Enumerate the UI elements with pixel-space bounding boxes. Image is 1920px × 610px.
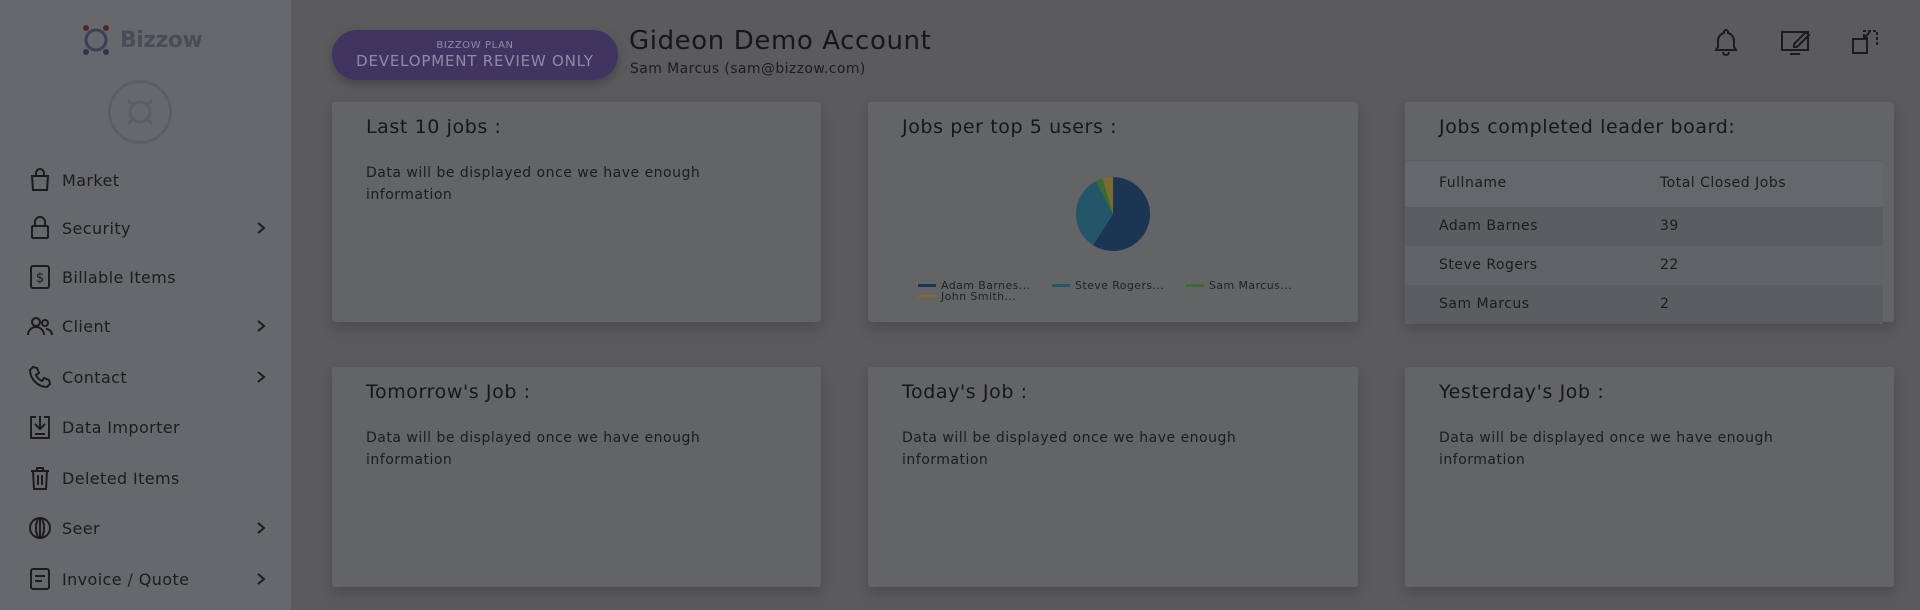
invoice-icon bbox=[27, 566, 53, 592]
import-icon bbox=[27, 414, 53, 440]
switch-account-icon[interactable] bbox=[1850, 26, 1882, 58]
account-title: Gideon Demo Account bbox=[629, 26, 932, 56]
sidebar: Bizzow Market Security $ Billable Items … bbox=[0, 0, 291, 610]
card-title: Last 10 jobs : bbox=[366, 116, 502, 138]
svg-text:$: $ bbox=[36, 271, 44, 286]
card-leaderboard: Jobs completed leader board: Fullname To… bbox=[1405, 102, 1894, 324]
avatar[interactable] bbox=[108, 80, 172, 144]
legend-item[interactable]: John Smith... bbox=[918, 290, 1016, 303]
legend-label: Sam Marcus... bbox=[1209, 279, 1292, 292]
legend-item[interactable]: Sam Marcus... bbox=[1186, 279, 1292, 292]
legend-swatch bbox=[1052, 284, 1070, 287]
chevron-right-icon bbox=[257, 222, 266, 234]
card-title: Jobs completed leader board: bbox=[1439, 116, 1736, 138]
sidebar-item-market[interactable]: Market bbox=[0, 160, 291, 200]
sidebar-item-billable-items[interactable]: $ Billable Items bbox=[0, 257, 291, 297]
card-title: Jobs per top 5 users : bbox=[902, 116, 1118, 138]
table-row[interactable]: Sam Marcus 2 bbox=[1405, 285, 1883, 324]
legend-label: Steve Rogers... bbox=[1075, 279, 1165, 292]
empty-state-text: Data will be displayed once we have enou… bbox=[366, 430, 701, 468]
sidebar-item-label: Contact bbox=[62, 367, 128, 387]
chevron-right-icon bbox=[257, 320, 266, 332]
plan-badge[interactable]: BIZZOW PLAN DEVELOPMENT REVIEW ONLY bbox=[332, 30, 618, 80]
users-icon bbox=[27, 313, 53, 339]
sidebar-item-data-importer[interactable]: Data Importer bbox=[0, 407, 291, 447]
sidebar-item-security[interactable]: Security bbox=[0, 208, 291, 248]
chevron-right-icon bbox=[257, 371, 266, 383]
card-todays-job: Today's Job : Data will be displayed onc… bbox=[868, 367, 1358, 587]
avatar-placeholder-icon bbox=[126, 98, 154, 126]
card-title: Tomorrow's Job : bbox=[366, 381, 531, 403]
card-jobs-per-top-users: Jobs per top 5 users : Adam Barnes... Ste… bbox=[868, 102, 1358, 322]
row-name: Adam Barnes bbox=[1439, 218, 1538, 234]
jobs-pie-chart[interactable] bbox=[1073, 174, 1153, 254]
empty-state-text: Data will be displayed once we have enou… bbox=[366, 165, 701, 203]
row-total: 39 bbox=[1660, 218, 1679, 234]
dollar-doc-icon: $ bbox=[27, 264, 53, 290]
plan-name: DEVELOPMENT REVIEW ONLY bbox=[356, 52, 594, 70]
sidebar-item-label: Invoice / Quote bbox=[62, 569, 190, 589]
card-title: Yesterday's Job : bbox=[1439, 381, 1605, 403]
row-total: 22 bbox=[1660, 257, 1679, 273]
empty-state-text: Data will be displayed once we have enou… bbox=[1439, 430, 1774, 468]
row-name: Steve Rogers bbox=[1439, 257, 1538, 273]
bell-icon[interactable] bbox=[1710, 26, 1742, 58]
table-row[interactable]: Steve Rogers 22 bbox=[1405, 246, 1883, 285]
legend-item[interactable]: Steve Rogers... bbox=[1052, 279, 1164, 292]
card-last-10-jobs: Last 10 jobs : Data will be displayed on… bbox=[332, 102, 821, 322]
column-header-total[interactable]: Total Closed Jobs bbox=[1660, 175, 1786, 191]
row-total: 2 bbox=[1660, 296, 1670, 312]
sidebar-item-deleted-items[interactable]: Deleted Items bbox=[0, 458, 291, 498]
sidebar-item-label: Client bbox=[62, 316, 111, 336]
card-title: Today's Job : bbox=[902, 381, 1028, 403]
row-name: Sam Marcus bbox=[1439, 296, 1530, 312]
chevron-right-icon bbox=[257, 573, 266, 585]
sidebar-item-label: Seer bbox=[62, 518, 101, 538]
sidebar-item-label: Billable Items bbox=[62, 267, 177, 287]
edit-screen-icon[interactable] bbox=[1780, 26, 1812, 58]
table-row[interactable]: Adam Barnes 39 bbox=[1405, 207, 1883, 246]
sidebar-item-label: Market bbox=[62, 170, 120, 190]
plan-label: BIZZOW PLAN bbox=[436, 40, 514, 51]
column-header-fullname[interactable]: Fullname bbox=[1439, 175, 1507, 191]
table-header: Fullname Total Closed Jobs bbox=[1405, 160, 1883, 207]
lock-icon bbox=[27, 215, 53, 241]
globe-icon bbox=[27, 515, 53, 541]
leaderboard-table: Fullname Total Closed Jobs Adam Barnes 3… bbox=[1405, 160, 1883, 324]
phone-icon bbox=[27, 364, 53, 390]
trash-icon bbox=[27, 465, 53, 491]
empty-state-text: Data will be displayed once we have enou… bbox=[902, 430, 1237, 468]
bizzow-logo-icon bbox=[83, 25, 109, 55]
legend-swatch bbox=[1186, 284, 1204, 287]
sidebar-item-client[interactable]: Client bbox=[0, 306, 291, 346]
sidebar-item-label: Security bbox=[62, 218, 131, 238]
legend-swatch bbox=[918, 295, 936, 298]
sidebar-item-seer[interactable]: Seer bbox=[0, 508, 291, 548]
sidebar-item-invoice-quote[interactable]: Invoice / Quote bbox=[0, 559, 291, 599]
legend-swatch bbox=[918, 284, 936, 287]
sidebar-item-contact[interactable]: Contact bbox=[0, 357, 291, 397]
chevron-right-icon bbox=[257, 522, 266, 534]
brand-logo[interactable]: Bizzow bbox=[78, 22, 203, 58]
account-user: Sam Marcus (sam@bizzow.com) bbox=[630, 61, 866, 77]
card-yesterdays-job: Yesterday's Job : Data will be displayed… bbox=[1405, 367, 1894, 587]
sidebar-item-label: Deleted Items bbox=[62, 468, 180, 488]
legend-label: John Smith... bbox=[941, 290, 1017, 303]
sidebar-item-label: Data Importer bbox=[62, 417, 181, 437]
card-tomorrows-job: Tomorrow's Job : Data will be displayed … bbox=[332, 367, 821, 587]
brand-name: Bizzow bbox=[120, 27, 203, 53]
shopping-bag-icon bbox=[27, 167, 53, 193]
